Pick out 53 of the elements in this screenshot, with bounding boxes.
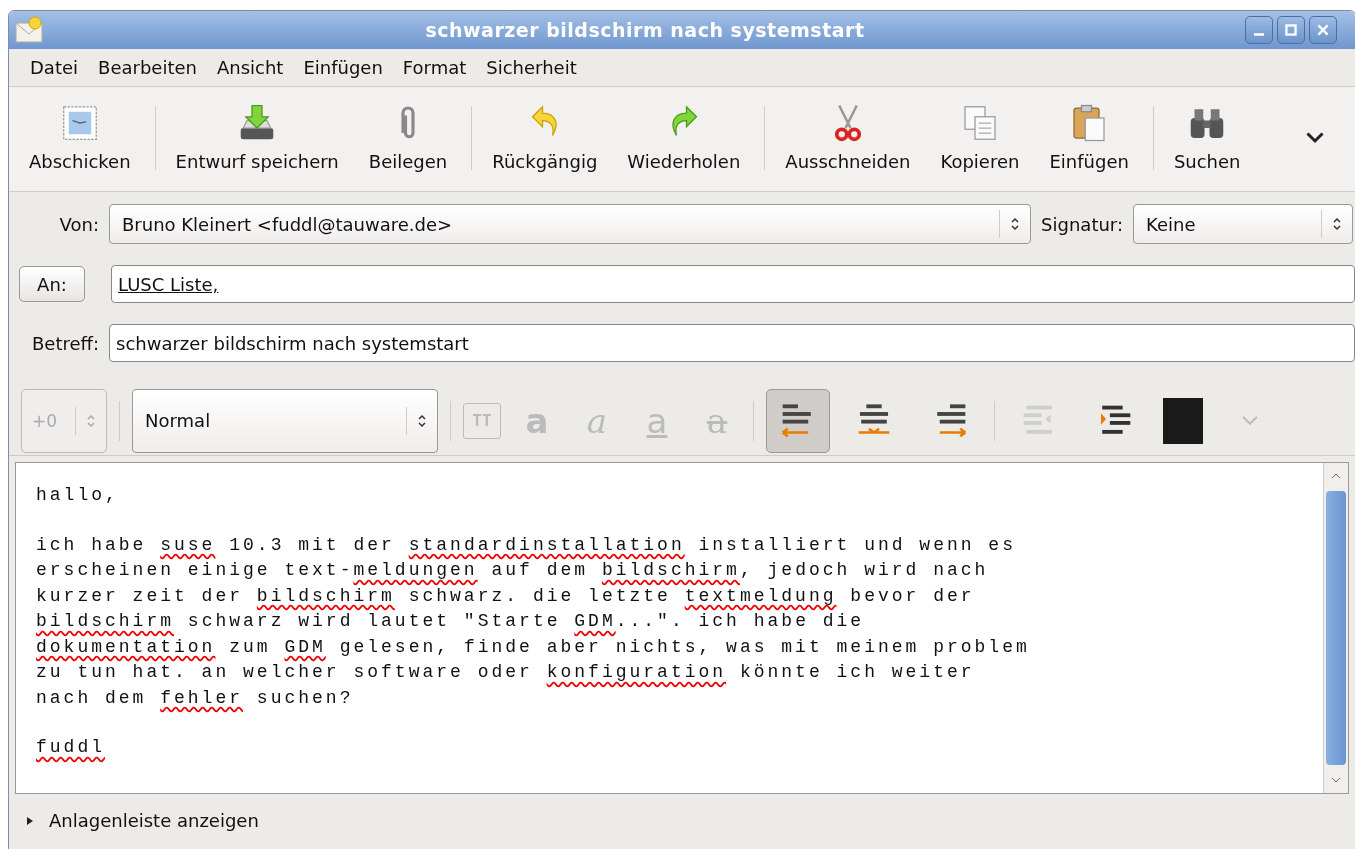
toolbar-button[interactable]: Wiederholen (621, 99, 747, 176)
close-button[interactable] (1309, 16, 1337, 44)
recipient-button[interactable]: An: (19, 266, 85, 302)
paragraph-style-dropdown[interactable]: Normal (132, 388, 438, 453)
signature-label: Signatur: (1041, 213, 1123, 235)
toolbar-button[interactable]: Kopieren (934, 99, 1026, 176)
menu-item[interactable]: Datei (21, 55, 88, 80)
sender-dropdown[interactable]: Bruno Kleinert <fuddl@tauware.de> (109, 204, 1032, 244)
scroll-down-icon[interactable] (1330, 776, 1342, 784)
recipient-field[interactable]: LUSC Liste, (111, 265, 1355, 303)
scroll-up-icon[interactable] (1330, 472, 1342, 480)
up-down-arrows-icon (417, 412, 427, 429)
minimize-icon (1254, 32, 1264, 36)
menu-item[interactable]: Sicherheit (477, 55, 586, 80)
toolbar-button[interactable]: Ausschneiden (779, 99, 917, 176)
body-text-line: hallo, (36, 484, 119, 507)
close-icon (1315, 22, 1331, 38)
attachment-bar-toggle[interactable]: Anlagenleiste anzeigen (9, 794, 275, 847)
align-button[interactable] (766, 388, 830, 453)
scrollbar-thumb[interactable] (1326, 491, 1346, 765)
minimize-button[interactable] (1245, 16, 1273, 44)
menu-item[interactable]: Bearbeiten (89, 55, 206, 80)
toolbar-button[interactable]: Einfügen (1043, 99, 1135, 176)
body-text-line: ich habe suse 10.3 mit der standardinstallation installiert und wenn es (36, 533, 1016, 557)
body-text-line: bildschirm schwarz wird lautet "Starte GDM...". ich habe die (36, 610, 865, 633)
subject-field[interactable]: schwarzer bildschirm nach systemstart (109, 324, 1355, 362)
menu-item[interactable]: Einfügen (294, 55, 392, 80)
toolbar-button[interactable]: Beilegen (362, 99, 454, 176)
menu-item[interactable]: Format (393, 55, 476, 80)
body-text-line: dokumentation zum GDM gelesen, finde aber nichts, was mit meinem problem (36, 635, 1030, 659)
text-color-swatch[interactable] (1163, 397, 1203, 444)
up-down-arrows-icon (1010, 216, 1021, 232)
expander-icon (25, 815, 35, 826)
signature-dropdown[interactable]: Keine (1133, 204, 1353, 244)
body-text-line: fuddl (36, 736, 105, 759)
subject-label: Betreff: (30, 332, 99, 354)
maximize-button[interactable] (1277, 16, 1305, 44)
from-label: Von: (58, 213, 99, 235)
toolbar-button[interactable]: Abschicken (23, 99, 137, 176)
toolbar-button[interactable]: Entwurf speichern (169, 99, 345, 176)
body-text-line: erscheinen einige text-meldungen auf dem bildschirm, jedoch wird nach (36, 559, 989, 582)
body-text-line: zu tun hat. an welcher software oder konfiguration könnte ich weiter (36, 661, 975, 684)
toolbar-button[interactable]: Rückgängig (486, 99, 604, 176)
body-text-line: nach dem fehler suchen? (36, 686, 354, 710)
envelope-icon (15, 16, 45, 44)
body-text-line: kurzer zeit der bildschirm schwarz. die letzte textmeldung bevor der (36, 584, 975, 608)
toolbar-button[interactable]: Suchen (1167, 99, 1247, 176)
up-down-arrows-icon (86, 412, 96, 429)
menu-item[interactable]: Ansicht (207, 55, 293, 80)
window-title: schwarzer bildschirm nach systemstart (424, 19, 866, 41)
maximize-icon (1283, 22, 1299, 38)
up-down-arrows-icon (1332, 216, 1342, 232)
vertical-scrollbar[interactable] (1323, 463, 1348, 793)
